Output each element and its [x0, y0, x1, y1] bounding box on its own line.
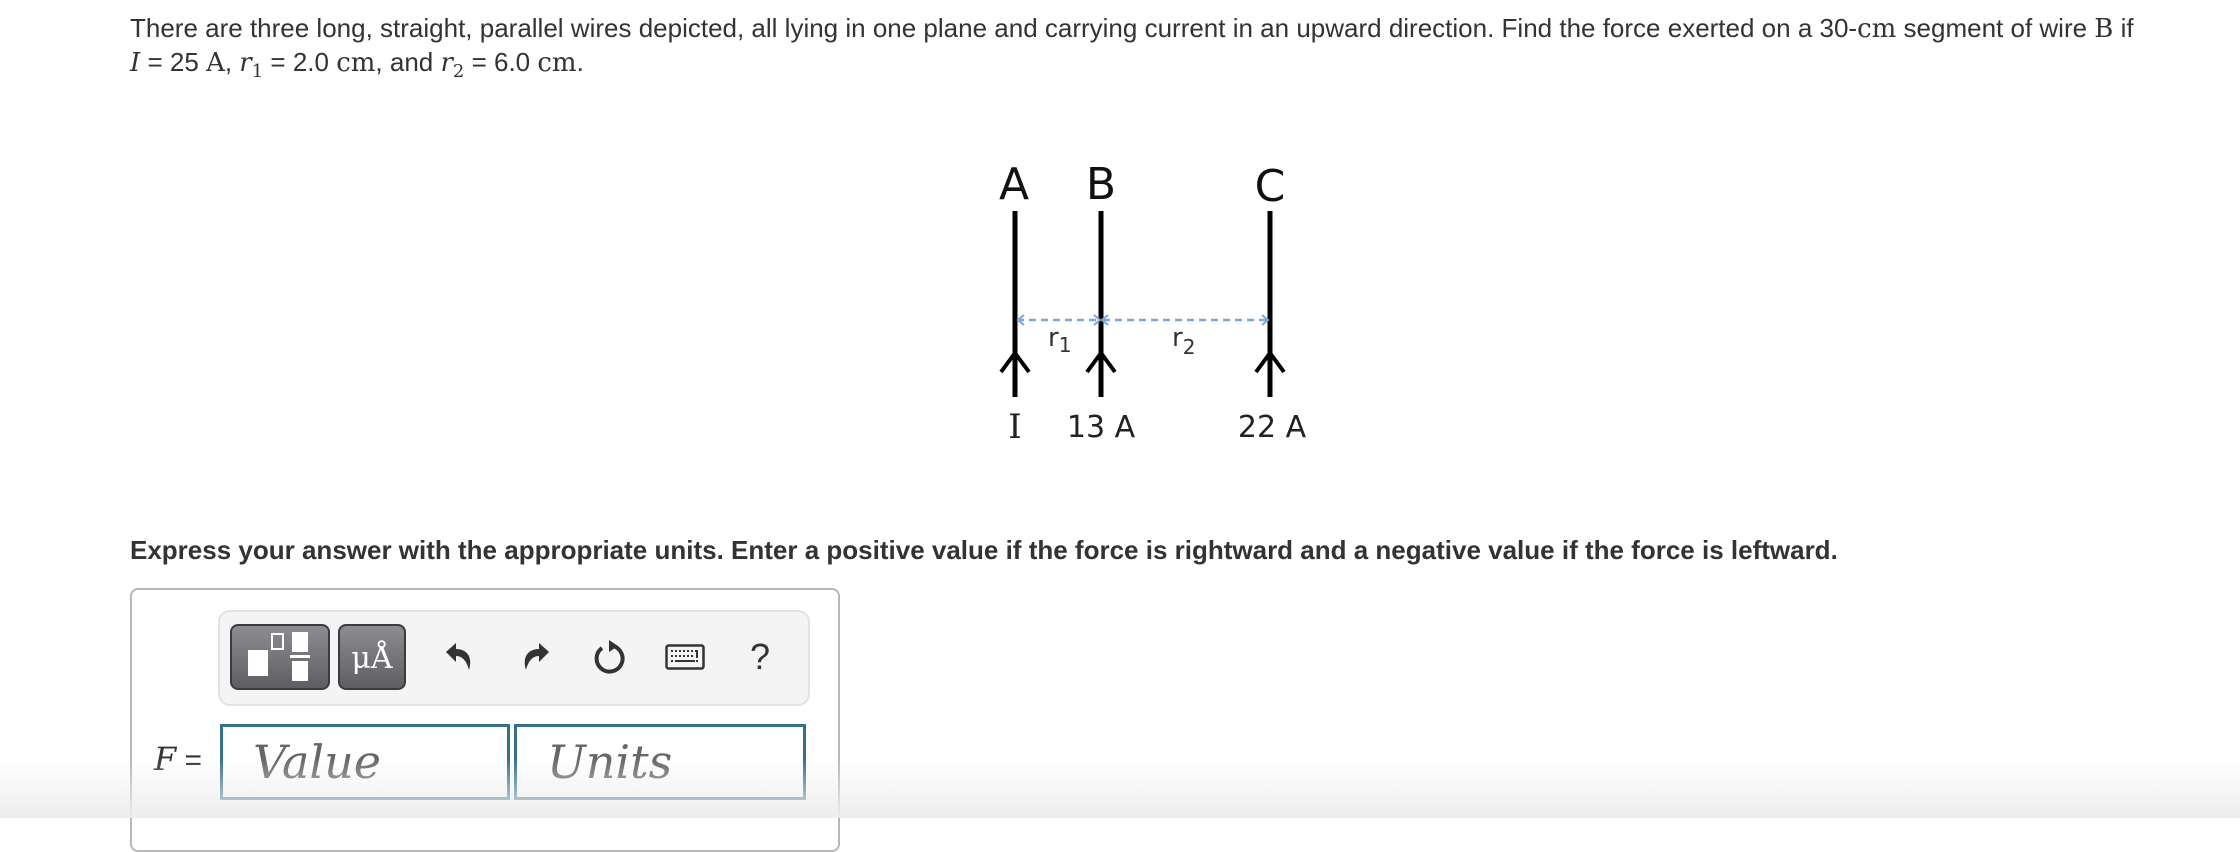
r2-label: r2: [1172, 323, 1195, 359]
r1-label: r1: [1048, 323, 1071, 357]
current-label-a: I: [1008, 407, 1021, 447]
current-label-b: 13 A: [1067, 410, 1136, 445]
r2-letter: r: [1172, 323, 1183, 353]
answer-box: μÅ ? F = Value Units: [130, 588, 840, 852]
wire-label-b: B: [1086, 159, 1116, 210]
r1-letter: r: [1048, 323, 1059, 353]
current-label-c: 22 A: [1238, 410, 1307, 445]
wires-diagram: A B C r1 r2 I 13 A 22 A: [999, 159, 1307, 447]
redo-icon: [524, 643, 549, 670]
reset-button[interactable]: [587, 634, 633, 680]
wire-label-a: A: [999, 159, 1029, 210]
templates-button[interactable]: [230, 624, 330, 690]
templates-icon: [248, 632, 310, 681]
units-input[interactable]: Units: [514, 724, 806, 800]
math-toolbar: μÅ ?: [218, 610, 810, 706]
force-symbol: F: [154, 740, 177, 778]
r2-sub: 2: [1183, 335, 1196, 359]
reset-icon: [594, 640, 625, 674]
answer-label: F =: [154, 740, 202, 778]
equals-sign: =: [176, 744, 203, 777]
wire-label-c: C: [1255, 161, 1286, 212]
instruction-text: Express your answer with the appropriate…: [130, 535, 1838, 565]
units-button[interactable]: μÅ: [338, 624, 406, 690]
r1-sub: 1: [1059, 333, 1072, 357]
value-input[interactable]: Value: [220, 724, 510, 800]
undo-icon: [446, 643, 471, 670]
keyboard-button[interactable]: [662, 634, 708, 680]
keyboard-icon: [665, 644, 705, 670]
help-button[interactable]: ?: [737, 634, 783, 680]
redo-button[interactable]: [512, 634, 558, 680]
undo-button[interactable]: [437, 634, 483, 680]
